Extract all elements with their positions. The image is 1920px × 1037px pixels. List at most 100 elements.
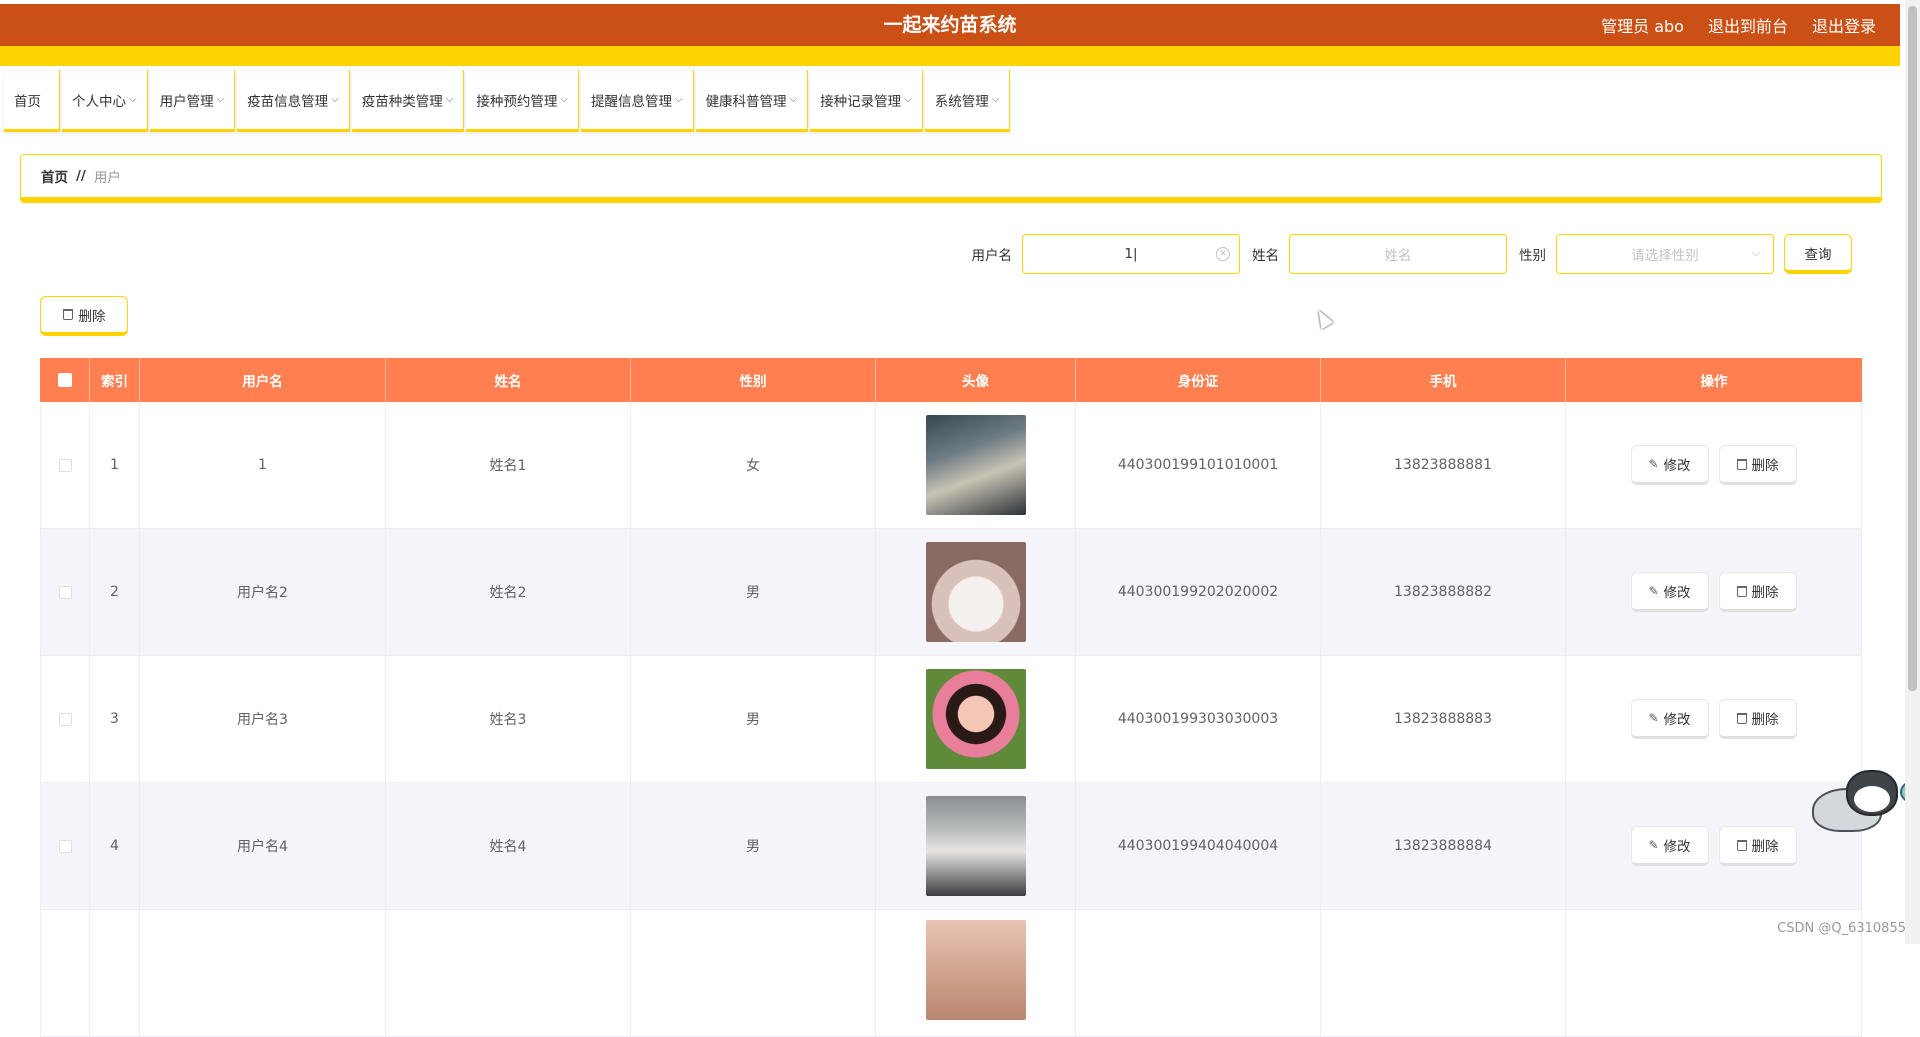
cell-gender: 男: [631, 783, 876, 909]
cell-avatar: [876, 656, 1076, 782]
name-label: 姓名: [1252, 244, 1279, 264]
avatar: [926, 796, 1026, 896]
user-table: 索引 用户名 姓名 性别 头像 身份证 手机 操作 1 1 姓名1 女 4403…: [40, 358, 1862, 1037]
breadcrumb-home[interactable]: 首页: [41, 166, 68, 186]
table-row: [40, 910, 1862, 1037]
nav-reminder[interactable]: 提醒信息管理⌵: [581, 70, 694, 132]
cell-index: [90, 910, 140, 1036]
edit-button[interactable]: ✎ 修改: [1631, 826, 1709, 866]
page-scrollbar[interactable]: [1905, 0, 1920, 944]
cell-username: 用户名4: [140, 783, 386, 909]
cell-id-card: 440300199303030003: [1076, 656, 1321, 782]
column-header-name: 姓名: [386, 358, 631, 402]
delete-label: 删除: [1752, 581, 1779, 601]
nav-label: 系统管理: [935, 90, 989, 110]
chevron-down-icon: ⌵: [904, 94, 912, 105]
column-header-id-card: 身份证: [1076, 358, 1321, 402]
edit-label: 修改: [1664, 454, 1691, 474]
delete-label: 删除: [1752, 454, 1779, 474]
breadcrumb-separator: //: [76, 168, 86, 184]
row-checkbox[interactable]: [59, 840, 72, 853]
bulk-delete-button[interactable]: 删除: [40, 296, 128, 336]
edit-icon: ✎: [1648, 584, 1658, 598]
clear-icon[interactable]: ✕: [1216, 247, 1230, 261]
nav-label: 疫苗信息管理: [247, 90, 328, 110]
chevron-down-icon: ⌵: [560, 94, 568, 105]
logout-link[interactable]: 退出登录: [1812, 13, 1876, 37]
search-form: 用户名 1| ✕ 姓名 姓名 性别 请选择性别 ⌵ 查询: [960, 234, 1853, 274]
nav-health-science[interactable]: 健康科普管理⌵: [696, 70, 809, 132]
delete-button[interactable]: 删除: [1719, 826, 1797, 866]
nav-label: 提醒信息管理: [591, 90, 672, 110]
nav-vaccine-type[interactable]: 疫苗种类管理⌵: [352, 70, 465, 132]
cat-face: [1854, 786, 1890, 812]
select-all-cell: [40, 358, 90, 402]
username-label: 用户名: [972, 244, 1013, 264]
edit-label: 修改: [1664, 835, 1691, 855]
chevron-down-icon: ⌵: [331, 94, 339, 105]
nav-personal-center[interactable]: 个人中心⌵: [62, 70, 148, 132]
chevron-down-icon: ⌵: [675, 94, 683, 105]
edit-button[interactable]: ✎ 修改: [1631, 572, 1709, 612]
chevron-down-icon: ⌵: [992, 94, 1000, 105]
nav-vaccination-record[interactable]: 接种记录管理⌵: [810, 70, 923, 132]
nav-vaccine-info[interactable]: 疫苗信息管理⌵: [237, 70, 350, 132]
delete-label: 删除: [1752, 708, 1779, 728]
table-row: 2 用户名2 姓名2 男 440300199202020002 13823888…: [40, 529, 1862, 656]
nav-appointment[interactable]: 接种预约管理⌵: [466, 70, 579, 132]
nav-home[interactable]: 首页: [4, 70, 60, 132]
admin-user-label: 管理员 abo: [1601, 13, 1684, 37]
nav-user-management[interactable]: 用户管理⌵: [150, 70, 236, 132]
row-checkbox[interactable]: [59, 713, 72, 726]
cell-index: 1: [90, 402, 140, 528]
delete-button[interactable]: 删除: [1719, 699, 1797, 739]
cell-actions: ✎修改 删除: [1566, 402, 1862, 528]
edit-button[interactable]: ✎修改: [1631, 445, 1709, 485]
select-all-checkbox[interactable]: [58, 373, 72, 387]
column-header-index: 索引: [90, 358, 140, 402]
chevron-down-icon: ⌵: [217, 94, 225, 105]
header-user-area: 管理员 abo 退出到前台 退出登录: [1601, 4, 1876, 46]
edit-label: 修改: [1664, 708, 1691, 728]
gender-select[interactable]: 请选择性别 ⌵: [1556, 234, 1774, 274]
nav-system[interactable]: 系统管理⌵: [925, 70, 1011, 132]
cat-mascot-icon[interactable]: [1812, 768, 1920, 834]
trash-icon: [1737, 840, 1747, 851]
edit-icon: ✎: [1648, 838, 1658, 852]
cell-name: 姓名3: [386, 656, 631, 782]
bulk-delete-label: 删除: [79, 305, 106, 325]
name-input-placeholder: 姓名: [1385, 244, 1412, 264]
cell-avatar: [876, 783, 1076, 909]
name-input[interactable]: 姓名: [1289, 234, 1507, 274]
delete-button[interactable]: 删除: [1719, 572, 1797, 612]
query-button[interactable]: 查询: [1784, 234, 1852, 274]
cell-phone: 13823888881: [1321, 402, 1566, 528]
delete-button[interactable]: 删除: [1719, 445, 1797, 485]
cell-username: 用户名3: [140, 656, 386, 782]
avatar: [926, 920, 1026, 1020]
cell-name: 姓名4: [386, 783, 631, 909]
cell-name: [386, 910, 631, 1036]
chevron-down-icon: ⌵: [129, 94, 137, 105]
row-checkbox[interactable]: [59, 459, 72, 472]
table-header: 索引 用户名 姓名 性别 头像 身份证 手机 操作: [40, 358, 1862, 402]
exit-to-frontend-link[interactable]: 退出到前台: [1708, 13, 1788, 37]
scrollbar-thumb[interactable]: [1908, 6, 1917, 691]
row-checkbox[interactable]: [59, 586, 72, 599]
nav-label: 疫苗种类管理: [362, 90, 443, 110]
edit-button[interactable]: ✎修改: [1631, 699, 1709, 739]
column-header-username: 用户名: [140, 358, 386, 402]
edit-label: 修改: [1664, 581, 1691, 601]
trash-icon: [63, 309, 73, 320]
top-header: 一起来约苗系统 管理员 abo 退出到前台 退出登录: [0, 4, 1900, 66]
avatar: [926, 415, 1026, 515]
breadcrumb-current: 用户: [94, 166, 121, 186]
username-input[interactable]: 1| ✕: [1022, 234, 1240, 274]
cell-id-card: 440300199202020002: [1076, 529, 1321, 655]
cell-gender: 女: [631, 402, 876, 528]
column-header-actions: 操作: [1566, 358, 1862, 402]
trash-icon: [1737, 459, 1747, 470]
gender-label: 性别: [1519, 244, 1546, 264]
mouse-cursor-icon: [1312, 307, 1333, 330]
row-select-cell: [40, 656, 90, 782]
